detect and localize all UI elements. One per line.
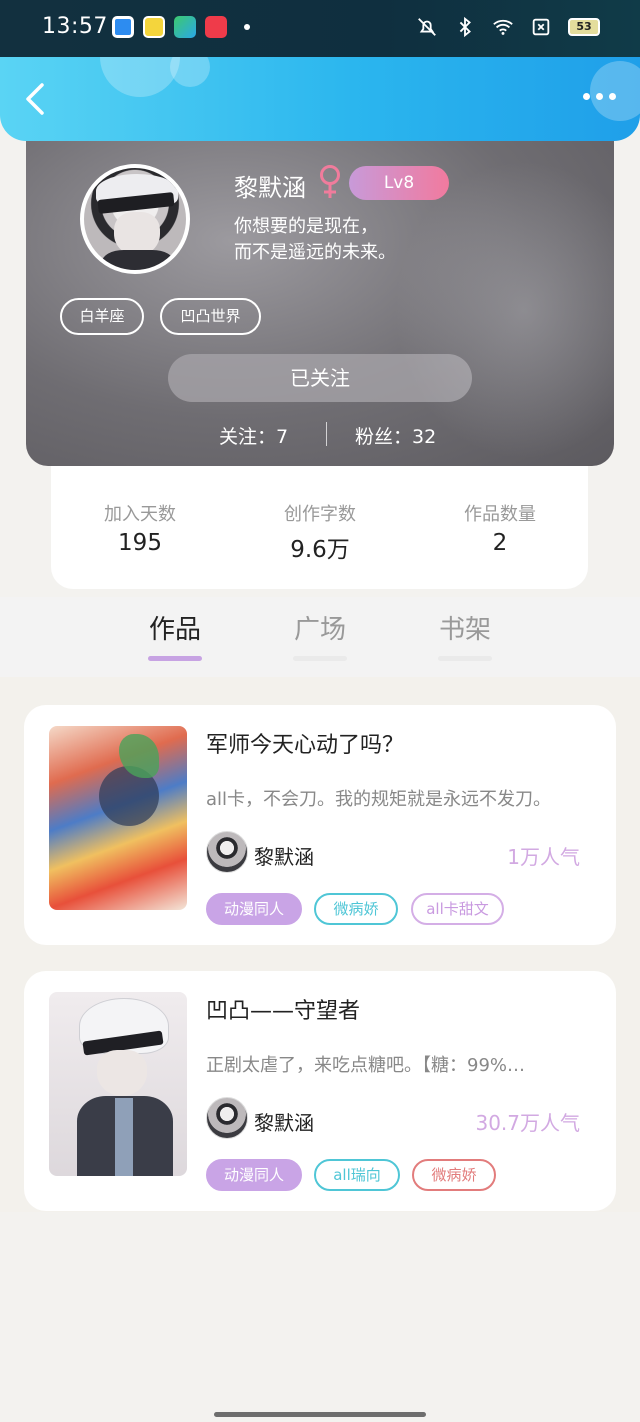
- work-description: all卡，不会刀。我的规矩就是永远不发刀。: [206, 789, 552, 810]
- bio-line-2: 而不是遥远的未来。: [234, 242, 396, 263]
- stat-label: 创作字数: [284, 504, 356, 525]
- work-tag[interactable]: 动漫同人: [206, 893, 302, 925]
- app-red-icon: [205, 16, 227, 38]
- wifi-icon: [493, 19, 513, 35]
- following-count[interactable]: 关注：7: [219, 422, 288, 449]
- tab-indicator: [148, 656, 202, 661]
- mute-bell-icon: [418, 18, 436, 36]
- author-avatar: [206, 831, 248, 873]
- tab-label: 广场: [293, 615, 346, 645]
- avatar[interactable]: [80, 164, 190, 274]
- app-yellow-icon: [143, 16, 165, 38]
- tab-square[interactable]: 广场: [270, 609, 370, 661]
- sim-x-icon: [532, 18, 550, 36]
- stat-value: 2: [492, 530, 508, 556]
- work-tag[interactable]: all瑞向: [314, 1159, 400, 1191]
- battery-icon: 53: [568, 18, 600, 36]
- profile-card: 黎默涵 Lv8 你想要的是现在， 而不是遥远的未来。 白羊座 凹凸世界 已关注 …: [26, 120, 614, 466]
- divider: [326, 422, 327, 446]
- tab-label: 作品: [148, 615, 201, 645]
- stat-label: 加入天数: [104, 504, 176, 525]
- work-card[interactable]: 凹凸——守望者 正剧太虐了，来吃点糖吧。【糖：99%… 黎默涵 30.7万人气 …: [24, 971, 616, 1211]
- stat-label: 作品数量: [464, 504, 536, 525]
- work-tag[interactable]: 微病娇: [314, 893, 398, 925]
- stat-word-count: 创作字数 9.6万: [245, 500, 395, 564]
- stat-join-days: 加入天数 195: [65, 500, 215, 556]
- stat-value: 195: [118, 530, 162, 556]
- female-icon: [320, 165, 340, 198]
- follow-button[interactable]: 已关注: [168, 354, 472, 402]
- tab-indicator: [293, 656, 347, 661]
- work-title[interactable]: 凹凸——守望者: [206, 993, 360, 1025]
- status-bar: 13:57 53: [0, 0, 640, 57]
- tab-indicator: [438, 656, 492, 661]
- author-avatar: [206, 1097, 248, 1139]
- decor-bubble: [170, 57, 210, 87]
- work-cover[interactable]: [49, 992, 187, 1176]
- bio-line-1: 你想要的是现在，: [234, 216, 378, 237]
- app-blue-icon: [112, 16, 134, 38]
- work-card[interactable]: 军师今天心动了吗？ all卡，不会刀。我的规矩就是永远不发刀。 黎默涵 1万人气…: [24, 705, 616, 945]
- bluetooth-icon: [459, 16, 471, 38]
- system-icons: 53: [416, 16, 600, 38]
- author-name: 黎默涵: [254, 1111, 314, 1135]
- profile-bio: 你想要的是现在， 而不是遥远的未来。: [234, 214, 494, 266]
- app-green-icon: [174, 16, 196, 38]
- work-description: 正剧太虐了，来吃点糖吧。【糖：99%…: [206, 1055, 526, 1076]
- profile-name: 黎默涵: [234, 174, 306, 202]
- more-notifications-dot: [244, 24, 250, 30]
- work-cover[interactable]: [49, 726, 187, 910]
- notification-icons: [112, 16, 250, 38]
- profile-tag[interactable]: 凹凸世界: [160, 298, 261, 335]
- tab-label: 书架: [438, 615, 491, 645]
- decor-bubble: [590, 61, 640, 121]
- follow-counts: 关注：7 粉丝：32: [26, 420, 614, 450]
- level-badge: Lv8: [349, 166, 449, 200]
- work-tag[interactable]: 动漫同人: [206, 1159, 302, 1191]
- author-name: 黎默涵: [254, 845, 314, 869]
- popularity: 1万人气: [507, 845, 580, 869]
- tab-bookshelf[interactable]: 书架: [415, 609, 515, 661]
- tab-bar: 作品 广场 书架: [0, 597, 640, 677]
- stats-panel: 加入天数 195 创作字数 9.6万 作品数量 2: [51, 456, 588, 589]
- fans-count[interactable]: 粉丝：32: [355, 422, 436, 449]
- work-tag[interactable]: all卡甜文: [411, 893, 504, 925]
- home-indicator[interactable]: [214, 1412, 426, 1417]
- ellipsis-icon[interactable]: [583, 93, 616, 100]
- chevron-left-icon[interactable]: [20, 81, 54, 117]
- status-time: 13:57: [42, 14, 108, 39]
- stat-works-count: 作品数量 2: [425, 500, 575, 556]
- work-tag[interactable]: 微病娇: [412, 1159, 496, 1191]
- work-title[interactable]: 军师今天心动了吗？: [206, 727, 404, 759]
- decor-bubble: [100, 57, 180, 97]
- tab-works[interactable]: 作品: [125, 609, 225, 661]
- profile-tag[interactable]: 白羊座: [60, 298, 144, 335]
- top-app-bar: [0, 57, 640, 141]
- popularity: 30.7万人气: [475, 1111, 580, 1135]
- stat-value: 9.6万: [290, 537, 350, 563]
